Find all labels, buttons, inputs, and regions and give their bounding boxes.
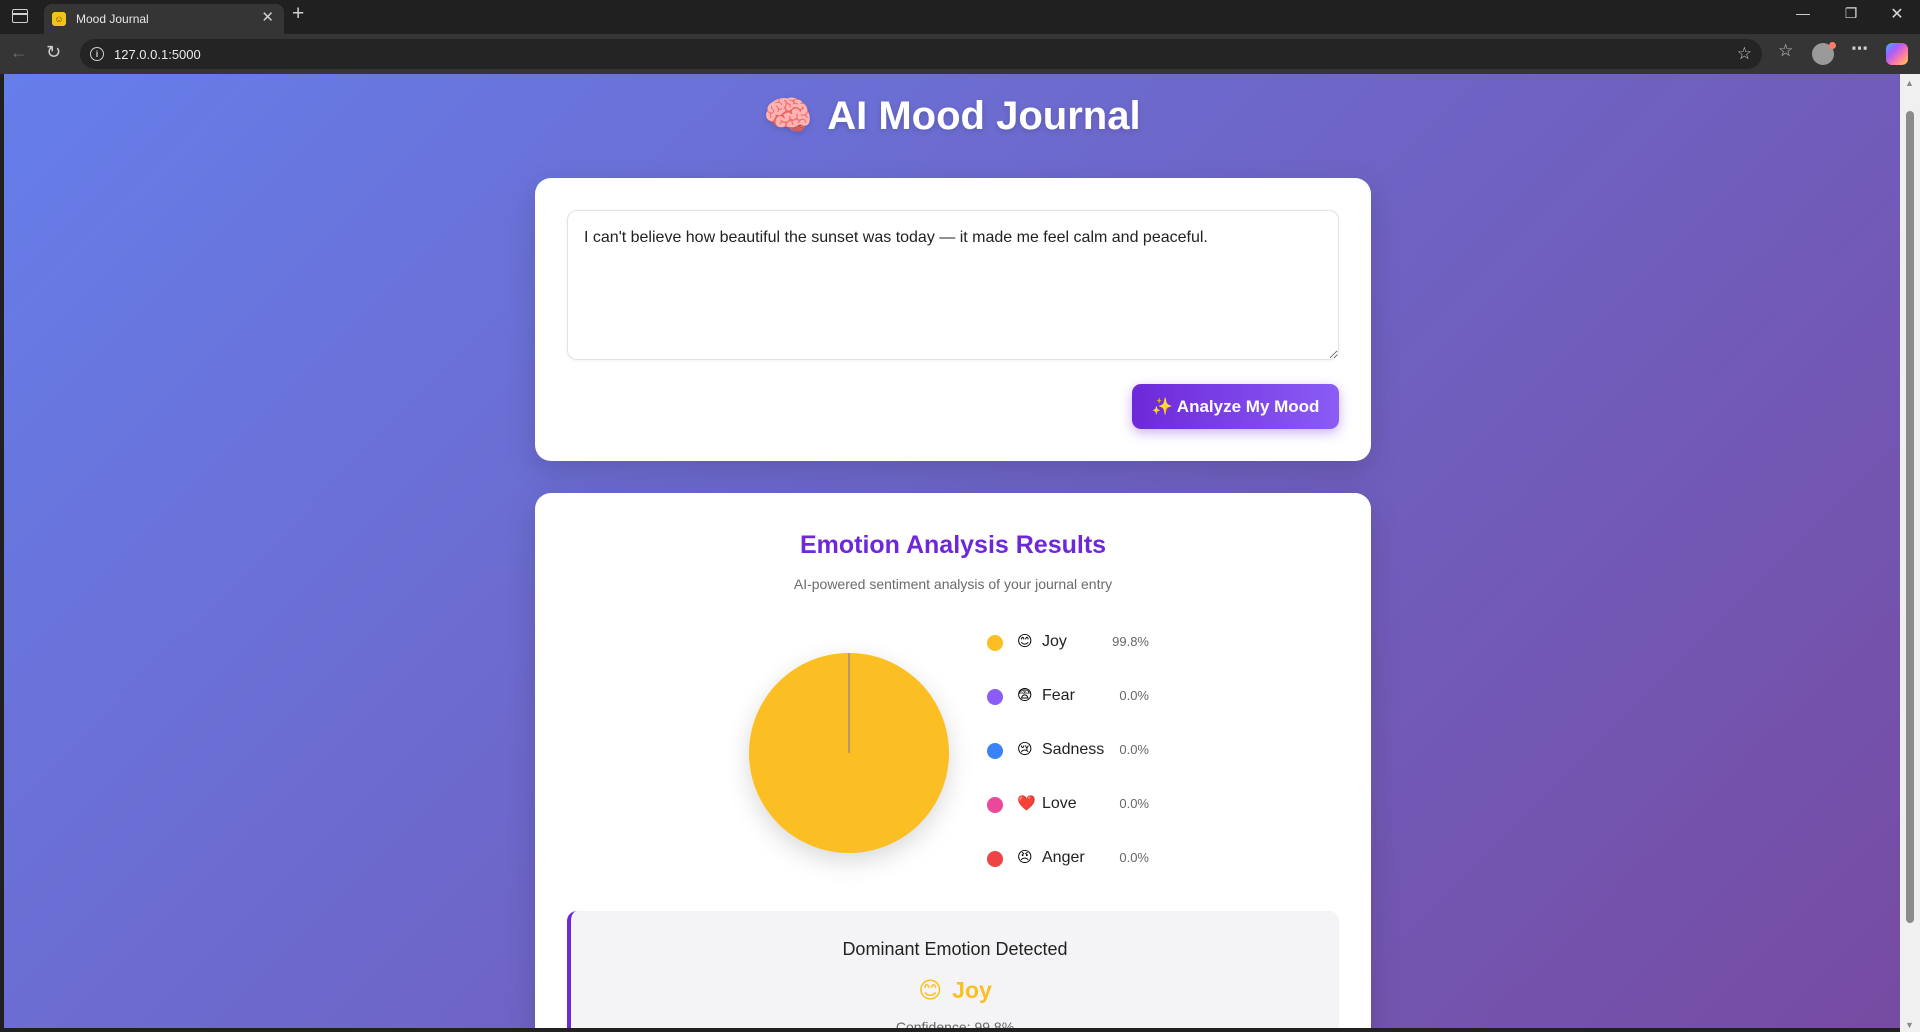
legend-label: Joy [1042, 633, 1067, 650]
favorite-star-icon[interactable]: ☆ [1737, 44, 1752, 64]
legend-value: 0.0% [1119, 850, 1149, 865]
legend-color-dot [987, 851, 1003, 867]
legend-color-dot [987, 743, 1003, 759]
legend-label: Fear [1042, 687, 1075, 704]
app-title: 🧠 AI Mood Journal [4, 92, 1900, 139]
mood-journal-favicon-icon: ☺ [52, 12, 66, 26]
page-scrollbar[interactable]: ▲ ▼ [1900, 74, 1920, 1032]
confidence-text: Confidence: 99.8% [895, 1019, 1015, 1028]
address-bar[interactable]: i 127.0.0.1:5000 ☆ [80, 39, 1762, 69]
pie-svg [749, 653, 949, 853]
emotion-emoji-icon: 😠 [1017, 849, 1033, 866]
legend-label: Anger [1042, 849, 1085, 866]
results-card: Emotion Analysis Results AI-powered sent… [535, 493, 1371, 1028]
close-tab-icon[interactable]: ✕ [261, 8, 274, 26]
back-icon[interactable]: ← [10, 42, 28, 63]
legend-row: ❤️ Love 0.0% [987, 792, 1187, 846]
legend-value: 0.0% [1119, 796, 1149, 811]
scrollbar-thumb[interactable] [1906, 111, 1914, 923]
scroll-down-arrow-icon[interactable]: ▼ [1905, 1020, 1914, 1030]
app-title-text: AI Mood Journal [827, 94, 1141, 138]
legend-label: Sadness [1042, 741, 1105, 758]
refresh-icon[interactable]: ↻ [46, 42, 61, 63]
dominant-heading: Dominant Emotion Detected [842, 939, 1068, 959]
legend-row: 😠 Anger 0.0% [987, 846, 1187, 900]
dominant-emotion-panel: Dominant Emotion Detected 😊 Joy Confidenc… [567, 911, 1339, 1028]
legend-row: 😢 Sadness 0.0% [987, 738, 1187, 792]
browser-tab[interactable]: ☺ Mood Journal ✕ [44, 4, 284, 34]
legend-color-dot [987, 689, 1003, 705]
brain-icon: 🧠 [763, 94, 814, 138]
close-window-icon[interactable]: ✕ [1882, 4, 1912, 24]
legend-color-dot [987, 635, 1003, 651]
copilot-icon[interactable] [1886, 43, 1908, 65]
emotion-emoji-icon: ❤️ [1017, 795, 1036, 812]
results-title: Emotion Analysis Results [799, 531, 1107, 559]
favorites-icon[interactable]: ☆ [1778, 41, 1793, 61]
journal-card: I can't believe how beautiful the sunset… [535, 178, 1371, 461]
legend-row: 😊 Joy 99.8% [987, 630, 1187, 684]
legend-color-dot [987, 797, 1003, 813]
legend-label: Love [1042, 795, 1077, 812]
profile-avatar[interactable] [1812, 42, 1836, 65]
legend-value: 0.0% [1119, 742, 1149, 757]
emotion-pie-chart [747, 651, 951, 855]
legend-value: 0.0% [1119, 688, 1149, 703]
results-subtitle: AI-powered sentiment analysis of your jo… [793, 576, 1113, 592]
emotion-emoji-icon: 😨 [1017, 687, 1033, 704]
tab-actions-icon[interactable] [12, 9, 28, 23]
legend-row: 😨 Fear 0.0% [987, 684, 1187, 738]
emotion-emoji-icon: 😢 [1017, 741, 1033, 758]
site-info-icon[interactable]: i [90, 47, 104, 61]
dominant-emotion: 😊 Joy [571, 977, 1339, 1004]
browser-toolbar: ← ↻ i 127.0.0.1:5000 ☆ ☆ ⋯ [0, 34, 1920, 74]
restore-icon[interactable]: ❐ [1836, 5, 1866, 22]
legend-value: 99.8% [1112, 634, 1149, 649]
emotion-legend: 😊 Joy 99.8% 😨 Fear 0.0% 😢 Sadness 0.0% ❤… [987, 630, 1187, 900]
url-text[interactable]: 127.0.0.1:5000 [114, 47, 201, 62]
minimize-icon[interactable]: — [1788, 5, 1818, 21]
analyze-mood-button[interactable]: ✨ Analyze My Mood [1132, 384, 1339, 429]
new-tab-icon[interactable]: + [292, 2, 304, 26]
scroll-up-arrow-icon[interactable]: ▲ [1905, 78, 1914, 88]
journal-entry-input[interactable]: I can't believe how beautiful the sunset… [567, 210, 1339, 360]
page-viewport: 🧠 AI Mood Journal I can't believe how bea… [4, 74, 1900, 1028]
browser-tab-bar: ☺ Mood Journal ✕ + — ❐ ✕ [0, 0, 1920, 34]
dominant-emoji-icon: 😊 [918, 977, 943, 1003]
tab-title: Mood Journal [76, 12, 149, 26]
more-menu-icon[interactable]: ⋯ [1851, 39, 1868, 59]
emotion-emoji-icon: 😊 [1017, 633, 1033, 650]
dominant-emotion-name: Joy [952, 977, 992, 1003]
